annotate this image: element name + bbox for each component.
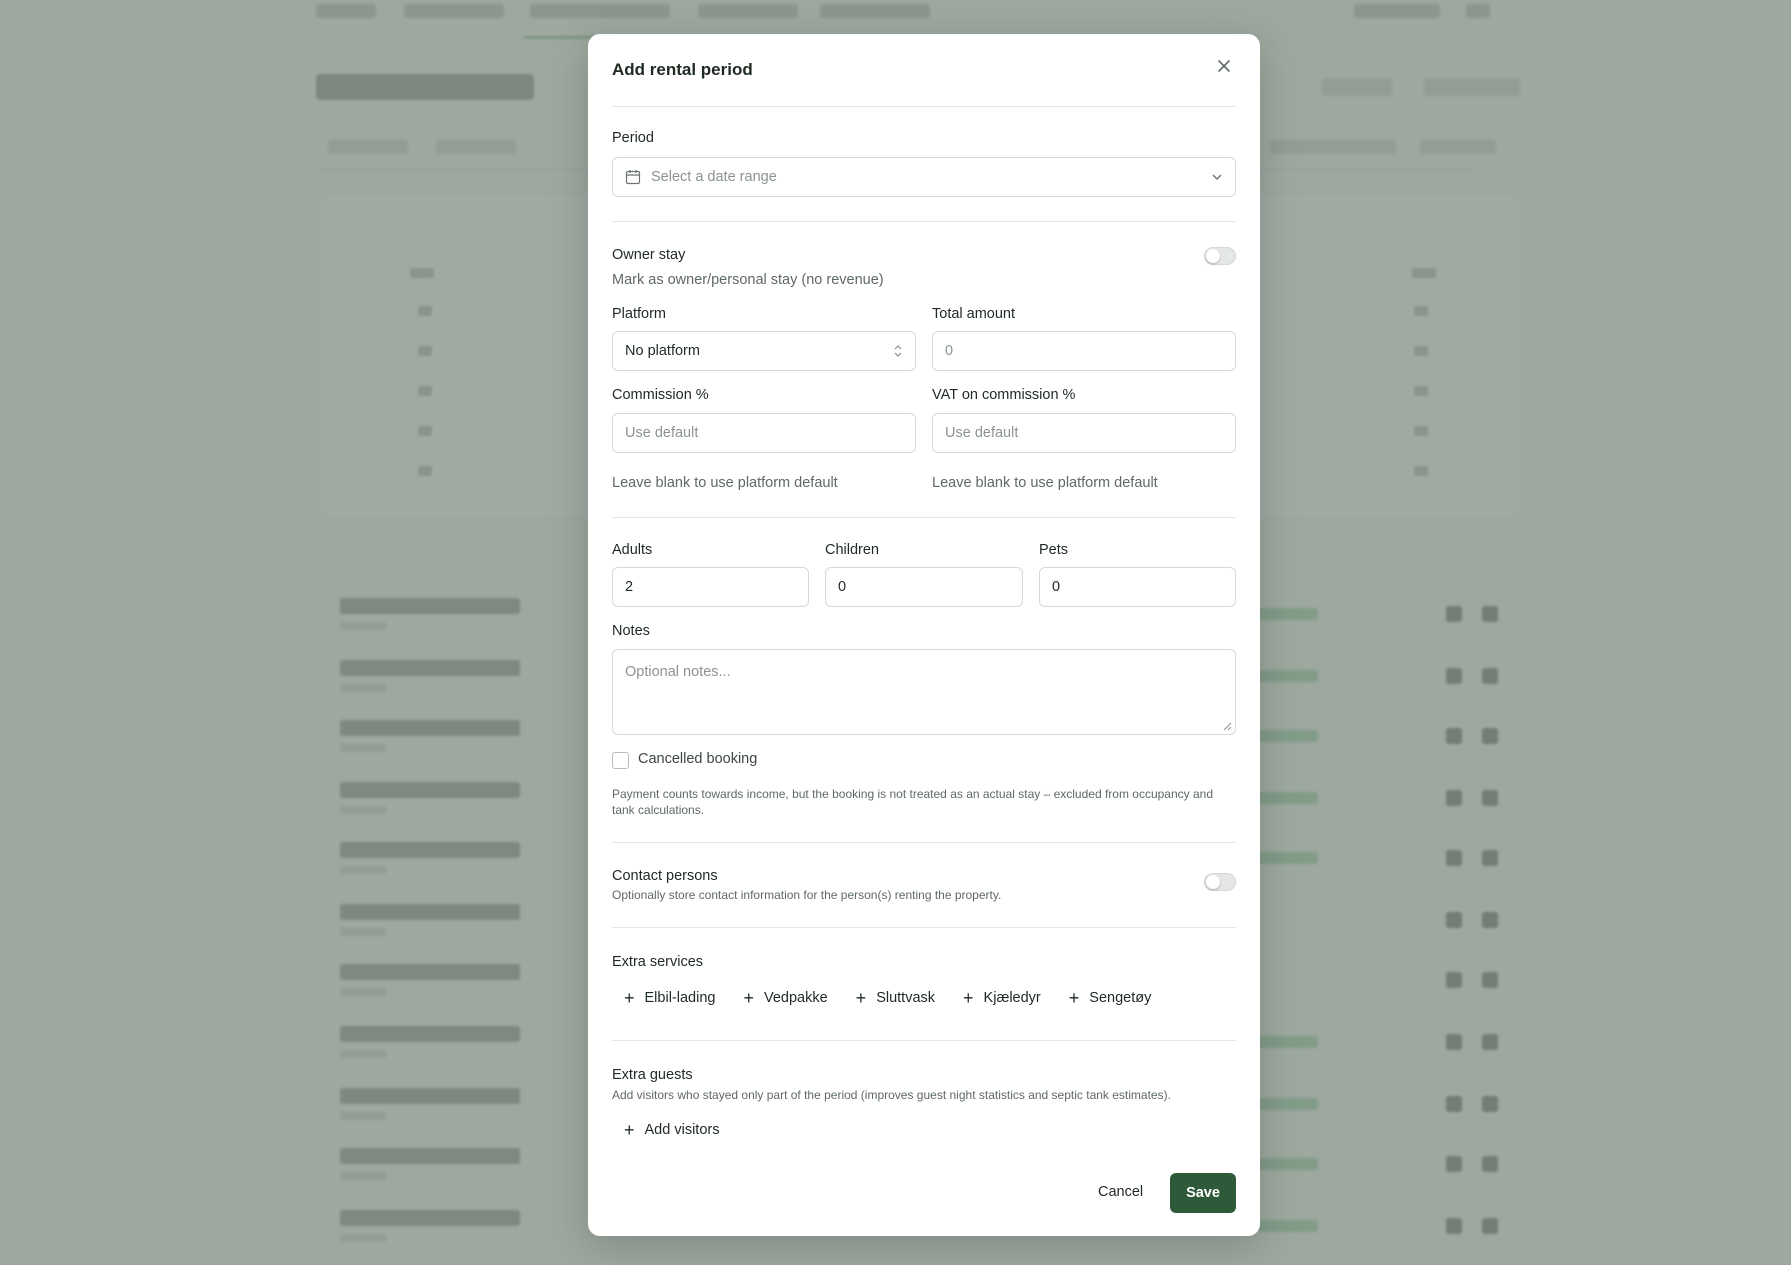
- contact-persons-label: Contact persons: [612, 868, 718, 884]
- total-amount-placeholder: 0: [945, 343, 954, 359]
- children-label: Children: [825, 542, 879, 558]
- calendar-icon: [625, 170, 641, 185]
- platform-label: Platform: [612, 306, 666, 322]
- notes-placeholder: Optional notes...: [625, 664, 731, 680]
- owner-stay-label: Owner stay: [612, 247, 686, 263]
- add-service-button[interactable]: + Vedpakke: [743, 988, 828, 1008]
- adults-input[interactable]: 2: [612, 567, 809, 607]
- pets-label: Pets: [1039, 542, 1069, 558]
- notes-label: Notes: [612, 623, 650, 639]
- contact-persons-description: Optionally store contact information for…: [612, 888, 1002, 902]
- period-label: Period: [612, 130, 654, 146]
- divider: [612, 517, 1236, 518]
- vat-commission-help: Leave blank to use platform default: [932, 475, 1158, 491]
- total-amount-input[interactable]: 0: [932, 331, 1236, 371]
- cancelled-booking-label: Cancelled booking: [638, 751, 758, 767]
- add-visitors-button[interactable]: + Add visitors: [624, 1120, 720, 1140]
- add-service-button[interactable]: + Kjæledyr: [963, 988, 1041, 1008]
- resize-handle-icon: [1223, 722, 1232, 731]
- service-label: Sengetøy: [1089, 990, 1152, 1006]
- owner-stay-toggle[interactable]: [1204, 247, 1236, 265]
- children-value: 0: [838, 579, 847, 595]
- service-label: Sluttvask: [876, 990, 936, 1006]
- platform-select[interactable]: No platform: [612, 331, 916, 371]
- date-range-placeholder: Select a date range: [651, 169, 777, 185]
- divider: [612, 842, 1236, 843]
- service-label: Vedpakke: [763, 990, 828, 1006]
- adults-value: 2: [625, 579, 634, 595]
- plus-icon: +: [963, 988, 974, 1008]
- extra-services-label: Extra services: [612, 954, 704, 970]
- total-amount-label: Total amount: [932, 306, 1016, 322]
- add-service-button[interactable]: + Sengetøy: [1068, 988, 1152, 1008]
- notes-textarea[interactable]: Optional notes...: [612, 649, 1236, 735]
- vat-commission-label: VAT on commission %: [932, 387, 1076, 403]
- pets-input[interactable]: 0: [1039, 567, 1236, 607]
- pets-value: 0: [1052, 579, 1061, 595]
- save-button[interactable]: Save: [1170, 1173, 1236, 1213]
- plus-icon: +: [1068, 988, 1080, 1008]
- contact-persons-toggle[interactable]: [1204, 873, 1236, 891]
- vat-commission-input[interactable]: Use default: [932, 413, 1236, 453]
- add-rental-period-dialog: Add rental period Period Select a date r…: [588, 34, 1260, 1236]
- close-button[interactable]: [1212, 54, 1236, 78]
- date-range-picker[interactable]: Select a date range: [612, 157, 1236, 197]
- dialog-title: Add rental period: [612, 60, 753, 79]
- divider: [612, 1040, 1236, 1041]
- divider: [612, 221, 1236, 222]
- commission-label: Commission %: [612, 387, 709, 403]
- close-icon: [1218, 60, 1230, 72]
- vat-commission-placeholder: Use default: [945, 425, 1019, 441]
- extra-guests-label: Extra guests: [612, 1067, 693, 1083]
- commission-help: Leave blank to use platform default: [612, 475, 838, 491]
- add-service-button[interactable]: + Sluttvask: [855, 988, 936, 1008]
- add-visitors-label: Add visitors: [644, 1122, 720, 1138]
- service-label: Kjæledyr: [983, 990, 1041, 1006]
- children-input[interactable]: 0: [825, 567, 1023, 607]
- plus-icon: +: [624, 988, 635, 1008]
- cancel-button[interactable]: Cancel: [1098, 1184, 1143, 1200]
- extra-guests-description: Add visitors who stayed only part of the…: [612, 1088, 1171, 1102]
- extra-services-list: + Elbil-lading + Vedpakke + Sluttvask + Kjæl…: [624, 988, 1152, 1008]
- chevron-up-down-icon: [894, 345, 902, 357]
- commission-input[interactable]: Use default: [612, 413, 916, 453]
- add-service-button[interactable]: + Elbil-lading: [624, 988, 716, 1008]
- service-label: Elbil-lading: [644, 990, 716, 1006]
- owner-stay-description: Mark as owner/personal stay (no revenue): [612, 272, 884, 288]
- divider: [612, 106, 1236, 107]
- plus-icon: +: [743, 988, 754, 1008]
- divider: [612, 927, 1236, 928]
- commission-placeholder: Use default: [625, 425, 699, 441]
- cancelled-booking-checkbox[interactable]: [612, 752, 629, 769]
- cancelled-booking-description: Payment counts towards income, but the b…: [612, 787, 1214, 817]
- chevron-down-icon: [1212, 174, 1222, 180]
- plus-icon: +: [855, 988, 867, 1008]
- platform-value: No platform: [625, 343, 700, 359]
- plus-icon: +: [624, 1120, 635, 1140]
- adults-label: Adults: [612, 542, 653, 558]
